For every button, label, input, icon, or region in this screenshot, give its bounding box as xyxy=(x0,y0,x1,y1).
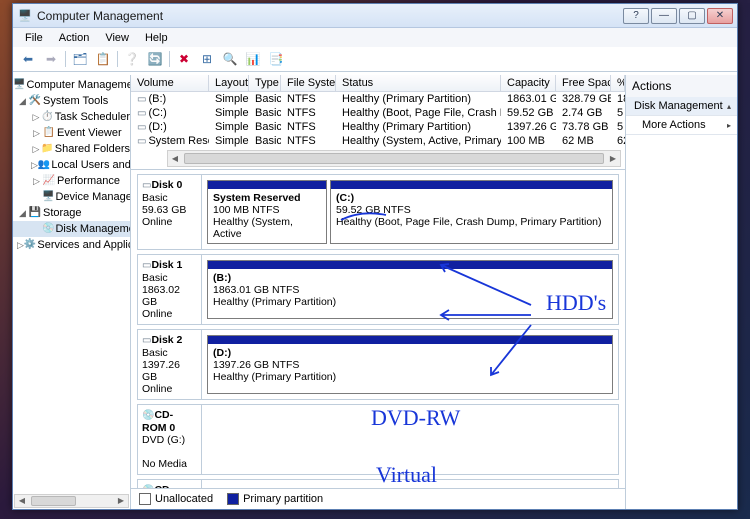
tree-event-viewer[interactable]: ▷📋Event Viewer xyxy=(13,125,130,141)
disk-2-row[interactable]: ▭Disk 2 Basic 1397.26 GB Online (D:)1397… xyxy=(137,329,619,400)
rescan-button[interactable]: ✖ xyxy=(173,49,195,69)
menu-help[interactable]: Help xyxy=(137,30,176,46)
drive-icon: ▭ xyxy=(137,122,146,133)
view2-button[interactable]: 🔍 xyxy=(219,49,241,69)
volume-scrollbar[interactable]: ◀▶ xyxy=(167,150,621,167)
back-button[interactable]: ⬅ xyxy=(17,49,39,69)
forward-button[interactable]: ➡ xyxy=(40,49,62,69)
tree-disk-management[interactable]: 💿Disk Management xyxy=(13,221,130,237)
help-button[interactable]: ❔ xyxy=(121,49,143,69)
tree-task-scheduler[interactable]: ▷⏱️Task Scheduler xyxy=(13,109,130,125)
disk-1-row[interactable]: ▭Disk 1 Basic 1863.02 GB Online (B:)1863… xyxy=(137,254,619,325)
menu-view[interactable]: View xyxy=(97,30,137,46)
cdrom-1-label: 💿CD-ROM 1 DVD (F:) No Media xyxy=(138,480,202,488)
minimize-button[interactable]: — xyxy=(651,8,677,24)
cdrom-1-row[interactable]: 💿CD-ROM 1 DVD (F:) No Media xyxy=(137,479,619,488)
col-status[interactable]: Status xyxy=(336,75,501,91)
actions-section[interactable]: Disk Management▴ xyxy=(626,97,737,116)
disk-1-partition-b[interactable]: (B:)1863.01 GB NTFSHealthy (Primary Part… xyxy=(207,260,613,319)
volume-row[interactable]: ▭System Reserved Simple Basic NTFS Healt… xyxy=(131,134,625,148)
volume-row[interactable]: ▭(B:) Simple Basic NTFS Healthy (Primary… xyxy=(131,92,625,106)
disk-0-partition-system-reserved[interactable]: System Reserved100 MB NTFSHealthy (Syste… xyxy=(207,180,327,244)
col-layout[interactable]: Layout xyxy=(209,75,249,91)
tree-root[interactable]: 🖥️Computer Management (Local) xyxy=(13,77,130,93)
view3-button[interactable]: 📊 xyxy=(242,49,264,69)
close-button[interactable]: ✕ xyxy=(707,8,733,24)
legend-unallocated: Unallocated xyxy=(139,493,213,505)
volume-list: ▭(B:) Simple Basic NTFS Healthy (Primary… xyxy=(131,92,625,148)
collapse-icon: ▴ xyxy=(727,102,731,111)
col-capacity[interactable]: Capacity xyxy=(501,75,556,91)
tree-root-label: Computer Management (Local) xyxy=(26,78,131,92)
disk-2-label: ▭Disk 2 Basic 1397.26 GB Online xyxy=(138,330,202,399)
col-pct[interactable]: % xyxy=(611,75,625,91)
tree-services-apps[interactable]: ▷⚙️Services and Applications xyxy=(13,237,130,253)
col-volume[interactable]: Volume xyxy=(131,75,209,91)
help-icon[interactable]: ? xyxy=(623,8,649,24)
disk-0-row[interactable]: ▭Disk 0 Basic 59.63 GB Online System Res… xyxy=(137,174,619,250)
cdrom-0-row[interactable]: 💿CD-ROM 0 DVD (G:) No Media xyxy=(137,404,619,475)
tree-system-tools[interactable]: ◢🛠️System Tools xyxy=(13,93,130,109)
scope-button[interactable]: 🗂 xyxy=(69,49,91,69)
nav-tree: 🖥️Computer Management (Local) ◢🛠️System … xyxy=(13,75,131,509)
volume-row[interactable]: ▭(D:) Simple Basic NTFS Healthy (Primary… xyxy=(131,120,625,134)
view4-button[interactable]: 📑 xyxy=(265,49,287,69)
tree-storage[interactable]: ◢💾Storage xyxy=(13,205,130,221)
main-pane: Volume Layout Type File System Status Ca… xyxy=(131,75,625,509)
disk-legend: Unallocated Primary partition xyxy=(131,488,625,509)
drive-icon: ▭ xyxy=(137,136,146,147)
tree-performance[interactable]: ▷📈Performance xyxy=(13,173,130,189)
cdrom-0-label: 💿CD-ROM 0 DVD (G:) No Media xyxy=(138,405,202,474)
drive-icon: ▭ xyxy=(137,94,146,105)
toolbar: ⬅ ➡ 🗂 📋 ❔ 🔄 ✖ ⊞ 🔍 📊 📑 xyxy=(13,47,737,72)
refresh-button[interactable]: 🔄 xyxy=(144,49,166,69)
disk-2-partition-d[interactable]: (D:)1397.26 GB NTFSHealthy (Primary Part… xyxy=(207,335,613,394)
volume-list-header: Volume Layout Type File System Status Ca… xyxy=(131,75,625,92)
tree-device-manager[interactable]: 🖥️Device Manager xyxy=(13,189,130,205)
chevron-right-icon: ▸ xyxy=(727,121,731,130)
menubar: File Action View Help xyxy=(13,28,737,47)
actions-more[interactable]: More Actions▸ xyxy=(626,116,737,135)
menu-action[interactable]: Action xyxy=(51,30,98,46)
maximize-button[interactable]: ▢ xyxy=(679,8,705,24)
app-icon: 🖥️ xyxy=(17,8,33,24)
disk-0-label: ▭Disk 0 Basic 59.63 GB Online xyxy=(138,175,202,249)
menu-file[interactable]: File xyxy=(17,30,51,46)
properties-button[interactable]: 📋 xyxy=(92,49,114,69)
tree-shared-folders[interactable]: ▷📁Shared Folders xyxy=(13,141,130,157)
titlebar[interactable]: 🖥️ Computer Management ? — ▢ ✕ xyxy=(13,4,737,28)
col-type[interactable]: Type xyxy=(249,75,281,91)
col-free[interactable]: Free Space xyxy=(556,75,611,91)
actions-header: Actions xyxy=(626,75,737,97)
disk-0-partition-c[interactable]: (C:)59.52 GB NTFSHealthy (Boot, Page Fil… xyxy=(330,180,613,244)
actions-pane: Actions Disk Management▴ More Actions▸ xyxy=(625,75,737,509)
tree-local-users[interactable]: ▷👥Local Users and Groups xyxy=(13,157,130,173)
drive-icon: ▭ xyxy=(137,108,146,119)
legend-primary: Primary partition xyxy=(227,493,323,505)
window-title: Computer Management xyxy=(37,9,623,23)
disk-graph-pane: ▭Disk 0 Basic 59.63 GB Online System Res… xyxy=(131,169,625,488)
sidebar-scrollbar[interactable]: ◀▶ xyxy=(14,494,129,508)
volume-row[interactable]: ▭(C:) Simple Basic NTFS Healthy (Boot, P… xyxy=(131,106,625,120)
view1-button[interactable]: ⊞ xyxy=(196,49,218,69)
disk-1-label: ▭Disk 1 Basic 1863.02 GB Online xyxy=(138,255,202,324)
col-fs[interactable]: File System xyxy=(281,75,336,91)
computer-management-window: 🖥️ Computer Management ? — ▢ ✕ File Acti… xyxy=(12,3,738,510)
